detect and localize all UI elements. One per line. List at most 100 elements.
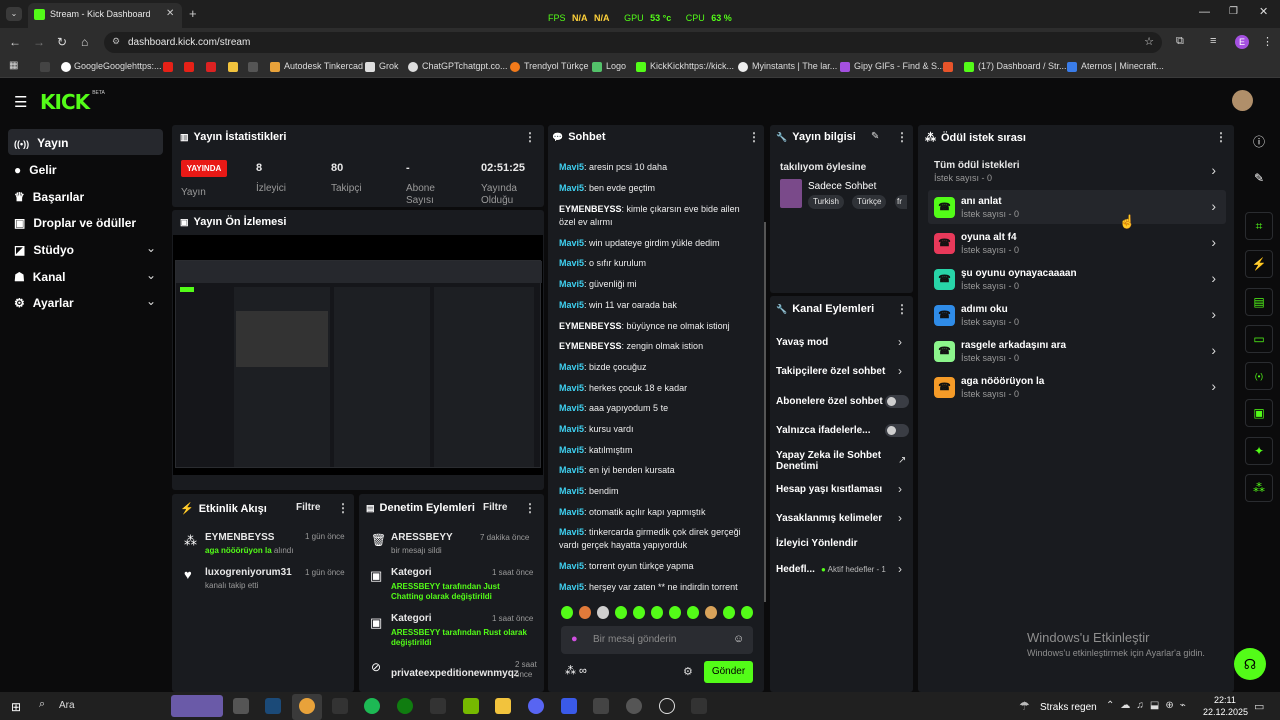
slow-mode-row[interactable]: Yavaş mod	[776, 337, 828, 348]
edit-layout-icon[interactable]: ✎	[1245, 164, 1273, 192]
followers-only-row[interactable]: Takipçilere özel sohbet	[776, 366, 885, 377]
app-icon[interactable]	[561, 698, 577, 714]
bookmark-star-icon[interactable]: ☆	[1144, 35, 1154, 48]
bookmark-link[interactable]: Grok	[379, 61, 399, 71]
minimize-icon[interactable]: —	[1199, 6, 1210, 18]
info-icon[interactable]: ⓘ	[1245, 127, 1273, 155]
support-chat-button[interactable]: ☊	[1234, 648, 1266, 680]
emote-icon[interactable]	[579, 606, 591, 619]
forward-icon[interactable]: →	[33, 35, 45, 49]
send-button[interactable]: Gönder	[704, 661, 753, 683]
rewards-icon[interactable]: ⁂	[1245, 474, 1273, 502]
stats-menu-icon[interactable]: ⋮	[524, 130, 536, 144]
sidebar-item-kanal[interactable]: ☗ Kanal	[14, 270, 65, 284]
apps-grid-icon[interactable]: ▦	[9, 60, 18, 71]
new-tab-button[interactable]: +	[189, 6, 197, 21]
clock-date[interactable]: 22.12.2025	[1203, 707, 1248, 717]
sidebar-item-basarilar[interactable]: ♛ Başarılar	[14, 190, 84, 204]
app-icon[interactable]	[430, 698, 446, 714]
chat-settings-icon[interactable]: ⚙	[683, 665, 693, 678]
bookmark-link[interactable]: (17) Dashboard / Str...	[978, 61, 1067, 71]
close-tab-icon[interactable]: ✕	[166, 8, 174, 19]
stream-category[interactable]: Sadece Sohbet	[808, 181, 876, 192]
moderation-menu-icon[interactable]: ⋮	[524, 501, 536, 515]
address-bar[interactable]: ⚙ dashboard.kick.com/stream ☆	[104, 32, 1162, 53]
bookmark-link[interactable]: KickKickhttps://kick...	[650, 61, 734, 71]
task-view-icon[interactable]	[233, 698, 249, 714]
reward-row[interactable]: ☎ aga nööörüyon la İstek sayısı - 0 ›	[928, 370, 1226, 404]
sidebar-item-ayarlar[interactable]: ⚙ Ayarlar	[14, 296, 74, 310]
steam-icon[interactable]	[265, 698, 281, 714]
emote-icon[interactable]	[561, 606, 573, 619]
app-icon[interactable]	[593, 698, 609, 714]
chevron-down-icon[interactable]: ⌄	[146, 268, 156, 282]
bookmark-link[interactable]: Gipy GIFs - Find & S...	[854, 61, 945, 71]
emote-icon[interactable]	[669, 606, 681, 619]
chat-scrollbar[interactable]	[764, 222, 766, 602]
wrench-icon[interactable]: ✦	[1245, 437, 1273, 465]
reward-row[interactable]: ☎ rasgele arkadaşını ara İstek sayısı - …	[928, 334, 1226, 368]
activity-user[interactable]: luxogreniyorum31	[205, 567, 292, 578]
taskbar-search[interactable]: ⌕ Ara	[31, 695, 226, 717]
microphone-icon[interactable]: ●	[571, 633, 578, 645]
chevron-down-icon[interactable]: ⌄	[146, 241, 156, 255]
sidebar-item-droplar[interactable]: ▣ Droplar ve ödüller	[14, 216, 136, 230]
chat-menu-icon[interactable]: ⋮	[748, 130, 760, 144]
sidebar-item-yayin[interactable]: ((•)) Yayın	[14, 136, 69, 150]
chrome-icon[interactable]	[299, 698, 315, 714]
bookmark-link[interactable]: Myinstants | The lar...	[752, 61, 837, 71]
sidebar-item-studyo[interactable]: ◪ Stüdyo	[14, 243, 74, 257]
tab-list-button[interactable]: ⌄	[6, 7, 22, 21]
channel-actions-menu-icon[interactable]: ⋮	[896, 302, 908, 316]
windows-start-icon[interactable]: ⊞	[11, 700, 21, 714]
moderation-icon[interactable]: ▣	[1245, 399, 1273, 427]
external-link-icon[interactable]: ↗	[898, 455, 906, 466]
reward-row[interactable]: ☎ adımı oku İstek sayısı - 0 ›	[928, 298, 1226, 332]
emote-icon[interactable]	[651, 606, 663, 619]
chevron-down-icon[interactable]: ⌄	[146, 294, 156, 308]
notifications-icon[interactable]: ▭	[1254, 700, 1264, 713]
emote-icon[interactable]	[705, 606, 717, 619]
obs-icon[interactable]	[659, 698, 675, 714]
user-avatar[interactable]	[1232, 90, 1253, 111]
reload-icon[interactable]: ↻	[57, 35, 67, 49]
browser-menu-icon[interactable]: ⋮	[1262, 35, 1273, 48]
activity-menu-icon[interactable]: ⋮	[337, 501, 349, 515]
streaminfo-menu-icon[interactable]: ⋮	[896, 130, 908, 144]
nvidia-icon[interactable]	[463, 698, 479, 714]
chevron-right-icon[interactable]: ›	[898, 335, 902, 349]
ai-moderation-row[interactable]: Yapay Zeka ile Sohbet Denetimi	[776, 450, 886, 472]
app-icon[interactable]	[691, 698, 707, 714]
chevron-right-icon[interactable]: ›	[898, 511, 902, 525]
chat-input[interactable]: ● Bir mesaj gönderin ☺	[561, 626, 753, 654]
chevron-right-icon[interactable]: ›	[898, 482, 902, 496]
moderation-filter-button[interactable]: Filtre	[483, 502, 507, 513]
broadcast-icon[interactable]: (•)	[1245, 362, 1273, 390]
reward-queue-menu-icon[interactable]: ⋮	[1215, 130, 1227, 144]
bookmark-link[interactable]: Autodesk Tinkercad	[284, 61, 363, 71]
bookmark-link[interactable]: Trendyol Türkçe	[524, 61, 589, 71]
reward-row[interactable]: ☎ şu oyunu oynayacaaaan İstek sayısı - 0…	[928, 262, 1226, 296]
epic-games-icon[interactable]	[332, 698, 348, 714]
chat-bubble-icon[interactable]: ▭	[1245, 325, 1273, 353]
spotify-icon[interactable]	[364, 698, 380, 714]
extensions-icon[interactable]: ⧉	[1176, 35, 1184, 48]
emoji-icon[interactable]: ☺	[733, 633, 744, 645]
channel-points[interactable]: ⁂ ∞	[565, 664, 587, 677]
close-window-icon[interactable]: ✕	[1259, 5, 1268, 18]
hamburger-menu-icon[interactable]: ☰	[14, 93, 27, 111]
back-icon[interactable]: ←	[9, 35, 21, 49]
discord-icon[interactable]	[528, 698, 544, 714]
emote-icon[interactable]	[597, 606, 609, 619]
reward-row[interactable]: ☎ oyuna alt f4 İstek sayısı - 0 ›	[928, 226, 1226, 260]
reward-row[interactable]: ☎ anı anlat İstek sayısı - 0 ›	[928, 190, 1226, 224]
all-rewards-row[interactable]: Tüm ödül istekleri İstek sayısı - 0 ›	[928, 154, 1226, 188]
clock-time[interactable]: 22:11	[1214, 695, 1236, 705]
camera-icon[interactable]: ⌗	[1245, 212, 1273, 240]
stream-preview-video[interactable]	[173, 235, 543, 475]
site-info-icon[interactable]: ⚙	[112, 36, 120, 47]
bookmark-link[interactable]: ChatGPTchatgpt.co...	[422, 61, 508, 71]
emotes-only-toggle[interactable]	[885, 424, 909, 437]
emote-icon[interactable]	[723, 606, 735, 619]
maximize-icon[interactable]: ❐	[1229, 6, 1238, 17]
